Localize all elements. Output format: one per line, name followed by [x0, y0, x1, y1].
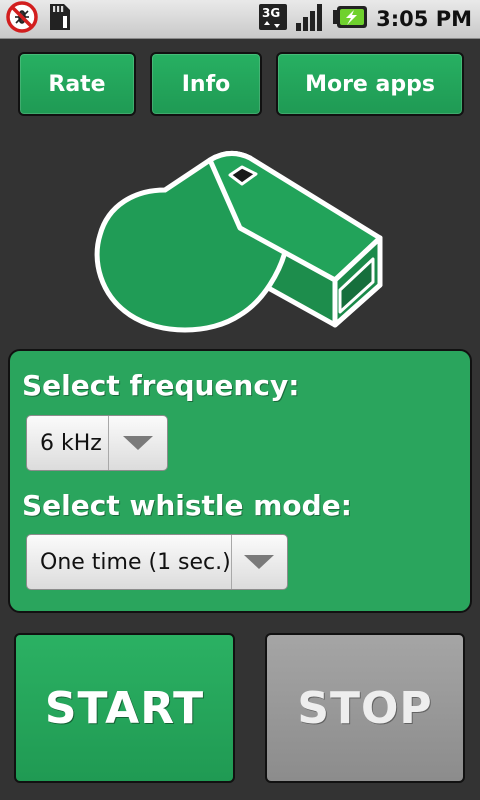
more-apps-button[interactable]: More apps — [276, 52, 464, 116]
whistle-mode-label: Select whistle mode: — [22, 489, 352, 522]
info-button[interactable]: Info — [150, 52, 262, 116]
sd-card-icon — [44, 0, 74, 38]
stop-button[interactable]: STOP — [265, 633, 465, 783]
no-mosquito-icon — [4, 0, 40, 38]
svg-text:3G: 3G — [262, 6, 280, 20]
whistle-mode-value: One time (1 sec.) — [40, 549, 231, 575]
rate-button[interactable]: Rate — [18, 52, 136, 116]
battery-charging-icon — [332, 1, 368, 37]
system-icons: 3G 3:05 PM — [258, 0, 472, 38]
chevron-down-icon[interactable] — [108, 416, 167, 470]
frequency-spinner[interactable]: 6 kHz — [26, 415, 168, 471]
status-bar: 3G 3:05 PM — [0, 0, 480, 39]
whistle-icon — [94, 151, 383, 333]
clock: 3:05 PM — [376, 7, 472, 31]
start-button[interactable]: START — [14, 633, 235, 783]
notification-icons — [4, 0, 74, 38]
frequency-value: 6 kHz — [40, 430, 102, 456]
chevron-down-icon[interactable] — [230, 535, 287, 589]
whistle-mode-spinner[interactable]: One time (1 sec.) — [26, 534, 288, 590]
3g-icon: 3G — [258, 1, 288, 37]
frequency-label: Select frequency: — [22, 369, 300, 402]
signal-icon — [294, 1, 326, 37]
settings-panel: Select frequency: 6 kHz Select whistle m… — [8, 349, 472, 613]
